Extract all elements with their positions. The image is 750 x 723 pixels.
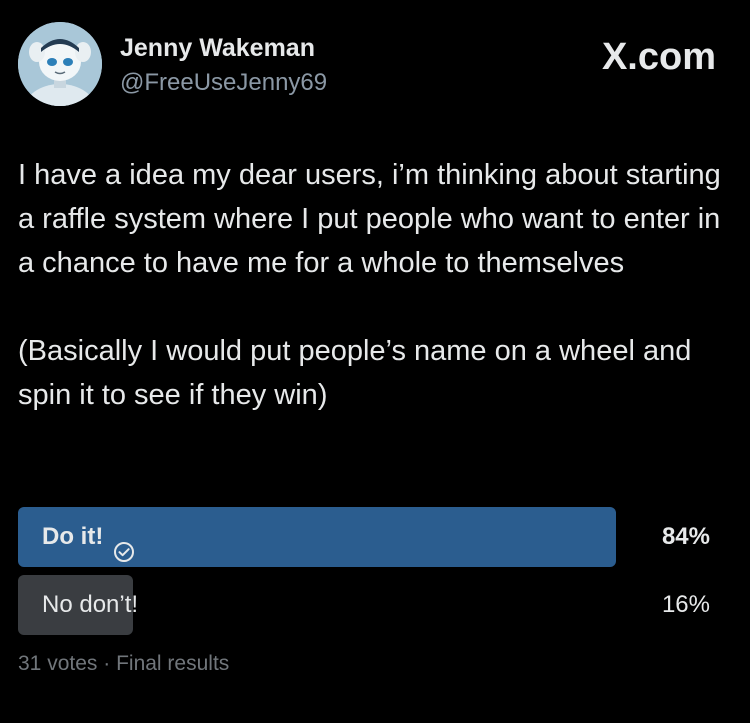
avatar[interactable]	[18, 22, 102, 106]
poll-option-no-dont: No don’t! 16%	[18, 575, 710, 635]
tweet-text: I have a idea my dear users, i’m thinkin…	[18, 153, 730, 417]
poll-option-text: Do it!	[42, 523, 104, 550]
avatar-image	[18, 22, 102, 106]
poll-meta-separator: ·	[103, 652, 111, 675]
poll-option-text: No don’t!	[42, 591, 139, 618]
brand-logo: X.com	[601, 36, 716, 78]
poll-option-percent: 16%	[661, 591, 710, 618]
poll-status: Final results	[116, 652, 230, 675]
author-display-name[interactable]: Jenny Wakeman	[120, 34, 315, 63]
poll-option-label: No don’t!	[42, 575, 138, 635]
check-circle-icon	[113, 526, 135, 562]
poll-vote-count: 31 votes	[18, 652, 98, 675]
poll-meta: 31 votes · Final results	[18, 652, 229, 676]
tweet-paragraph: (Basically I would put people’s name on …	[18, 335, 692, 411]
poll-option-percent: 84%	[661, 523, 710, 550]
author-handle[interactable]: @FreeUseJenny69	[120, 69, 327, 97]
tweet-paragraph: I have a idea my dear users, i’m thinkin…	[18, 159, 721, 279]
poll-option-label: Do it!	[42, 507, 135, 567]
poll-option-do-it: Do it! 84%	[18, 507, 710, 567]
